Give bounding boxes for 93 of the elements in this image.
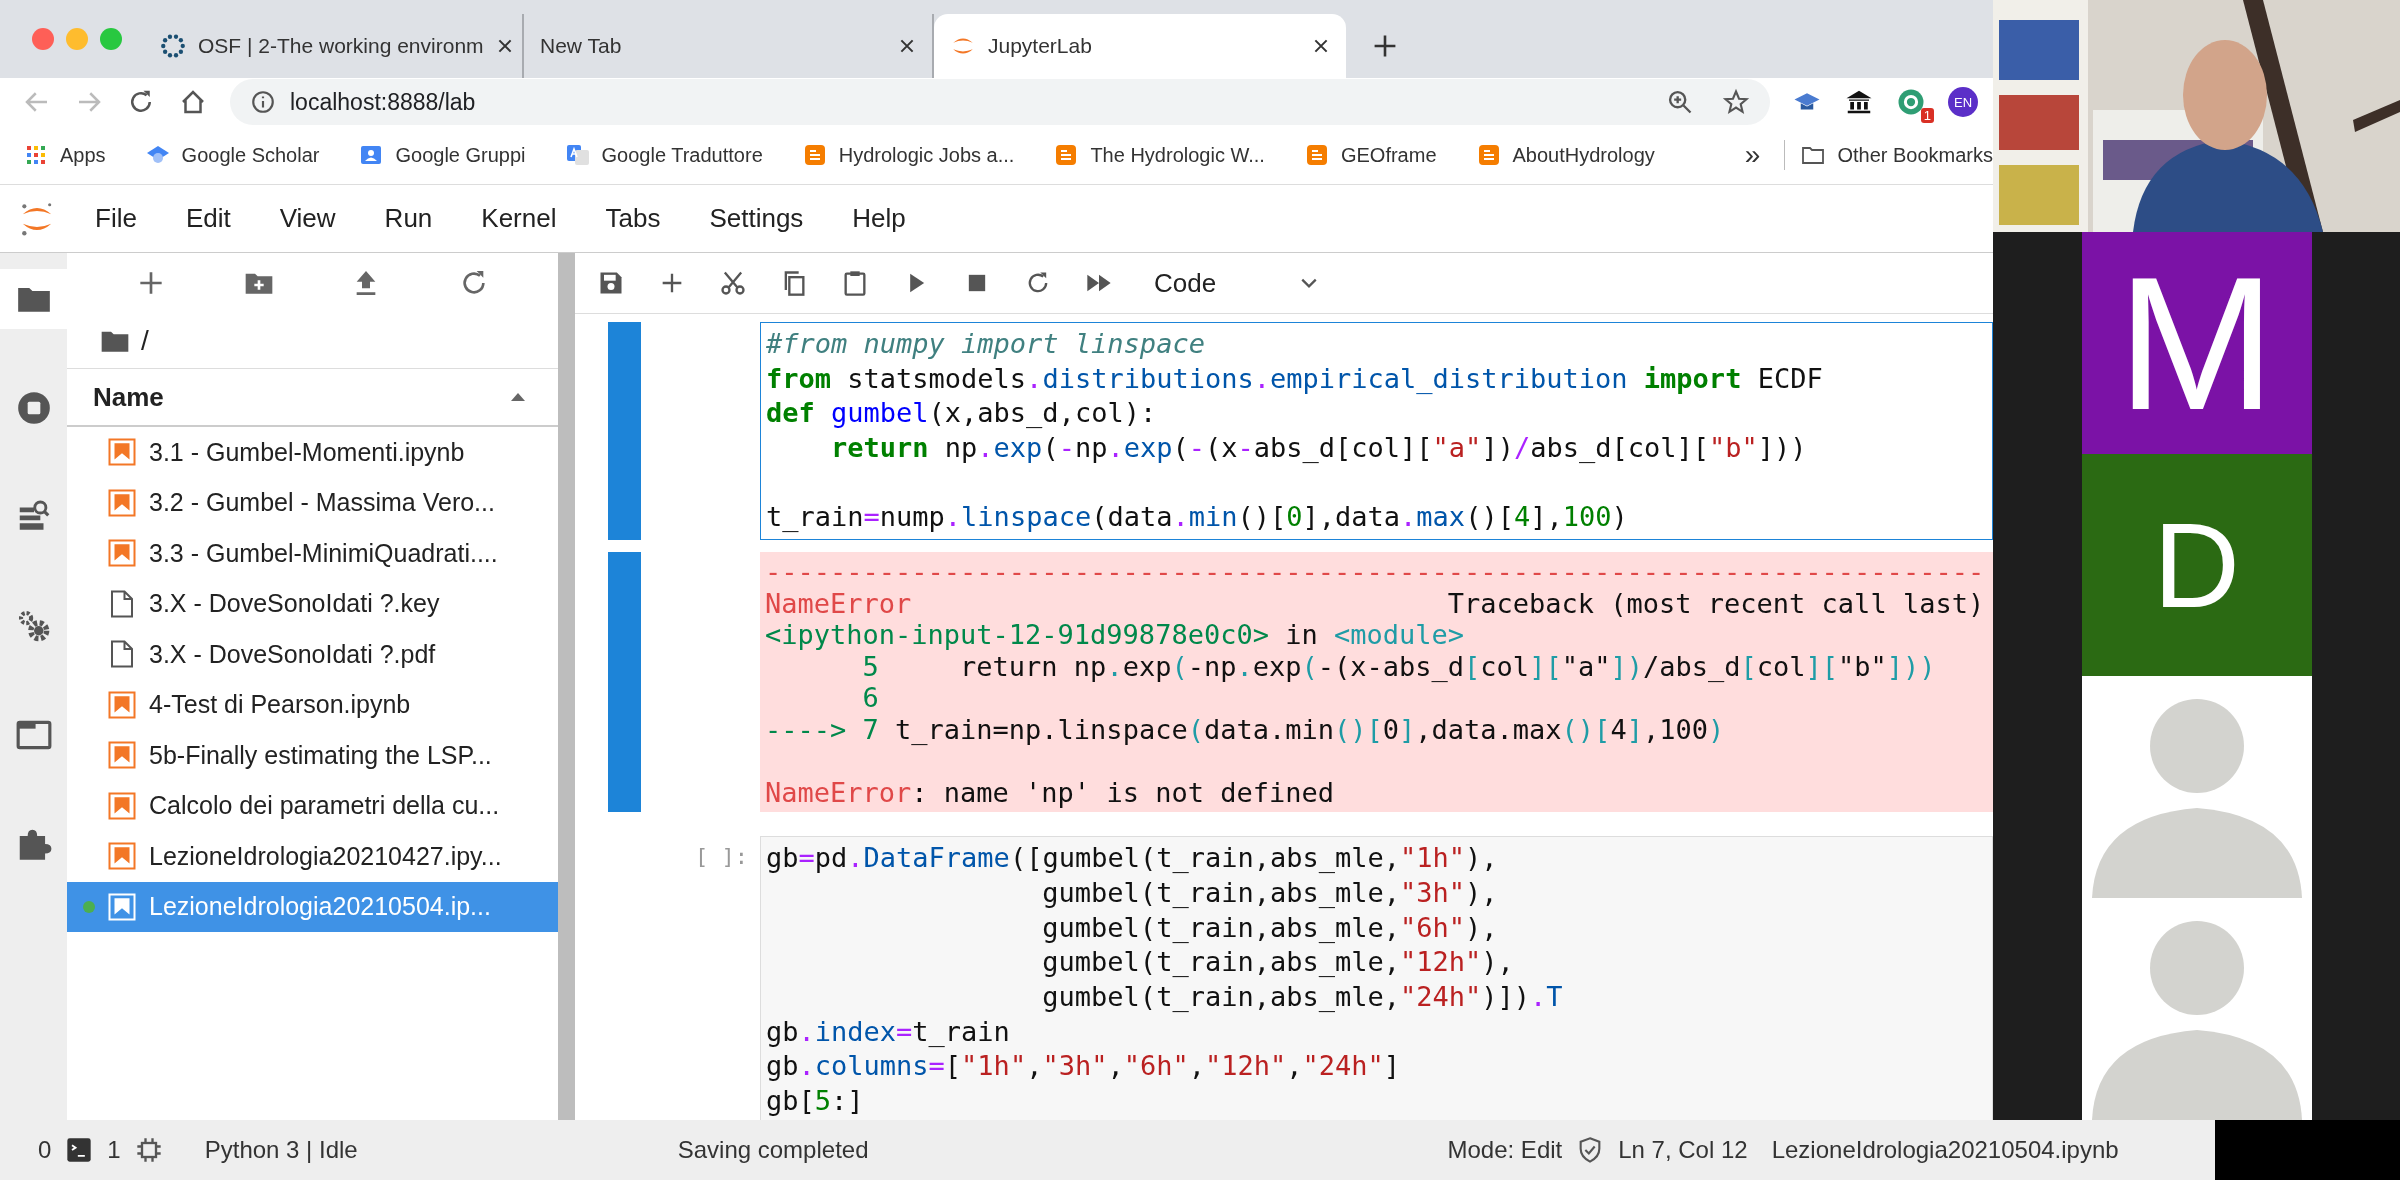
blog-icon	[1476, 143, 1501, 167]
output-line: NameError: name 'np' is not defined	[765, 776, 1335, 809]
cursor-position[interactable]: Ln 7, Col 12	[1618, 1136, 1748, 1164]
output-line: 5 return np.exp(-np.exp(-(x-abs_d[col]["a"])/abs_d[col]["b"]))	[861, 650, 1937, 683]
code-editor[interactable]	[760, 322, 1993, 541]
menu-item[interactable]: View	[279, 203, 336, 234]
blog-icon	[1054, 143, 1079, 167]
code-line: gumbel(t_rain,abs_mle,"24h")]).T	[1041, 979, 1564, 1014]
bookmark[interactable]: Hydrologic Jobs a...	[802, 143, 1015, 167]
output-line: ----> 7 t_rain=np.linspace(data.min()[0],data.max()[4],100)	[765, 713, 1726, 746]
notebook-icon	[107, 538, 137, 569]
editor-mode[interactable]: Mode: Edit	[1447, 1136, 1563, 1164]
bookmark[interactable]: The Hydrologic W...	[1054, 143, 1265, 167]
bookmark-folder[interactable]: Other Bookmarks	[1801, 143, 1993, 167]
code-line: t_rain=nump.linspace(data.min()[0],data.max()[4],100)	[766, 500, 1629, 535]
code-line: def gumbel(x,abs_d,col):	[766, 396, 1158, 431]
sort-up-icon	[510, 392, 526, 402]
star-icon[interactable]	[1722, 88, 1750, 116]
code-line: gb.index=t_rain	[766, 1014, 1011, 1049]
bookmark[interactable]: Google Scholar	[145, 143, 320, 167]
notebook-icon	[107, 790, 137, 821]
notebook-icon	[107, 891, 137, 922]
breadcrumb-path[interactable]: /	[141, 324, 149, 357]
output-line: <ipython-input-12-91d99878e0c0> in <module>	[765, 619, 1465, 651]
bookmark[interactable]: Google Gruppi	[359, 143, 526, 167]
file-browser-row[interactable]: 3.X - DoveSonoIdati ?.key	[67, 578, 558, 629]
file-browser-row[interactable]: 3.1 - Gumbel-Momenti.ipynb	[67, 427, 558, 478]
cell-type-dropdown[interactable]: Code	[1154, 267, 1319, 299]
code-line: gb[5:]	[766, 1083, 865, 1118]
cut-icon[interactable]	[719, 269, 747, 297]
kernel-status[interactable]: Python 3 | Idle	[204, 1136, 358, 1164]
bookmark[interactable]: GEOframe	[1304, 143, 1437, 167]
document-name: LezioneIdrologia20210504.ipynb	[1771, 1136, 2119, 1164]
code-line: #from numpy import linspace	[766, 327, 1206, 361]
zoom-icon[interactable]	[1666, 88, 1694, 116]
file-browser-row[interactable]: 4-Test di Pearson.ipynb	[67, 679, 558, 730]
notebook-icon	[107, 740, 137, 771]
file-browser-row[interactable]: LezioneIdrologia20210427.ipy...	[67, 831, 558, 882]
code-line: gb.columns=["1h","3h","6h","12h","24h"]	[766, 1049, 1402, 1084]
browser-tab[interactable]: JupyterLab	[934, 14, 1346, 78]
apps-grid-icon	[24, 143, 48, 167]
profile-avatar[interactable]: EN	[1948, 87, 1978, 117]
extension-icon[interactable]	[1896, 87, 1926, 117]
menu-item[interactable]: Edit	[185, 203, 231, 234]
blog-icon	[802, 143, 827, 167]
output-line: ---------------------------------------------------------------------------	[765, 556, 1986, 588]
terminal-icon[interactable]	[65, 1136, 94, 1164]
cell-prompt: [ ]:	[695, 844, 748, 870]
menu-item[interactable]: Run	[384, 203, 433, 234]
notebook-icon	[107, 841, 137, 872]
chevron-down-icon	[1300, 277, 1319, 289]
menu-item[interactable]: Tabs	[605, 203, 661, 234]
menu-item[interactable]: File	[95, 203, 137, 234]
notification-badge: 1	[1920, 108, 1934, 123]
code-line: return np.exp(-np.exp(-(x-abs_d[col]["a"])/abs_d[col]["b"]))	[830, 431, 1808, 466]
notebook-icon	[107, 437, 137, 468]
bookmark[interactable]: Google Traduttore	[565, 143, 763, 167]
close-icon[interactable]	[1312, 37, 1330, 55]
file-browser-row[interactable]: 5b-Finally estimating the LSP...	[67, 730, 558, 781]
bookmark[interactable]: Apps	[24, 143, 106, 167]
cell-collapser[interactable]	[608, 322, 641, 541]
chip-icon[interactable]	[134, 1136, 163, 1164]
address-bar[interactable]: localhost:8888/lab	[230, 79, 1770, 125]
translate-icon	[565, 143, 590, 167]
notebook-icon	[107, 689, 137, 720]
bookmark[interactable]: AboutHydrology	[1476, 143, 1655, 167]
code-line: gumbel(t_rain,abs_mle,"3h"),	[1041, 875, 1499, 910]
participant-tile: M	[2081, 232, 2312, 454]
code-line: gumbel(t_rain,abs_mle,"12h"),	[1041, 945, 1515, 980]
more-bookmarks-button[interactable]: »	[1744, 139, 1761, 171]
menu-item[interactable]: Kernel	[481, 203, 557, 234]
participant-tile: D	[2081, 454, 2312, 676]
notebook-icon	[107, 487, 137, 518]
file-browser-row[interactable]: 3.2 - Gumbel - Massima Vero...	[67, 477, 558, 528]
kernel-count[interactable]: 1	[107, 1136, 121, 1164]
file-browser-row[interactable]: 3.3 - Gumbel-MinimiQuadrati....	[67, 528, 558, 579]
output-line: 6	[861, 682, 880, 714]
people-card-icon	[359, 143, 384, 167]
code-line: from statsmodels.distributions.empirical_distribution import ECDF	[766, 361, 1824, 396]
info-icon[interactable]	[250, 89, 276, 115]
menu-item[interactable]: Settings	[709, 203, 804, 234]
close-icon[interactable]	[898, 37, 916, 55]
blog-icon	[1304, 143, 1329, 167]
dotted-circle-icon	[160, 33, 186, 59]
file-browser-row[interactable]: Calcolo dei parametri della cu...	[67, 780, 558, 831]
status-message: Saving completed	[677, 1136, 869, 1164]
file-browser-row[interactable]: 3.X - DoveSonoIdati ?.pdf	[67, 629, 558, 680]
terminal-count[interactable]: 0	[38, 1136, 52, 1164]
new-tab-icon[interactable]	[1372, 33, 1398, 59]
code-line: gb=pd.DataFrame([gumbel(t_rain,abs_mle,"1h"),	[766, 841, 1499, 876]
code-line: gumbel(t_rain,abs_mle,"6h"),	[1041, 910, 1499, 945]
menu-item[interactable]: Help	[852, 203, 906, 234]
output-line: NameError Traceback (most recent call last)	[765, 587, 1986, 620]
